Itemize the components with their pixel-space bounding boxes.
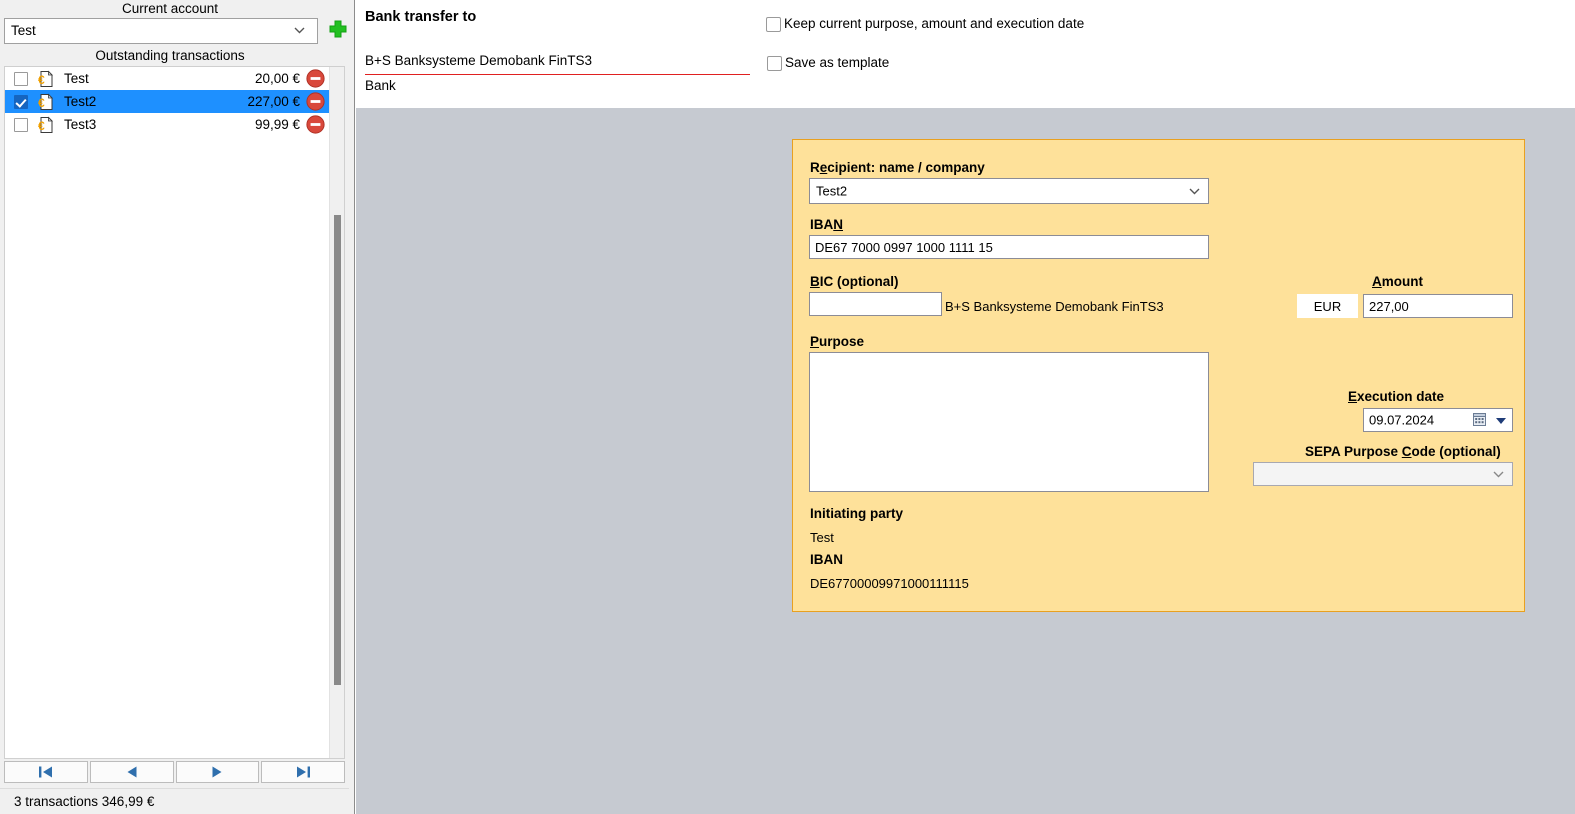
chevron-down-icon <box>1493 471 1504 478</box>
list-navigation-bar <box>4 761 345 783</box>
bank-caption: Bank <box>365 78 396 93</box>
table-row[interactable]: € Test3 99,99 € <box>5 113 330 136</box>
amount-label: Amount <box>1372 274 1423 289</box>
currency-value: EUR <box>1313 298 1342 314</box>
outstanding-transactions-label: Outstanding transactions <box>95 48 245 63</box>
previous-page-button[interactable] <box>89 761 174 783</box>
transaction-name: Test <box>64 71 89 86</box>
row-checkbox[interactable] <box>14 117 28 132</box>
iban-label: IBAN <box>810 217 843 232</box>
table-row[interactable]: € Test2 227,00 € <box>5 90 330 113</box>
last-page-icon <box>297 766 311 778</box>
svg-text:€: € <box>38 119 45 133</box>
sepa-purpose-code-label: SEPA Purpose Code (optional) <box>1305 444 1501 459</box>
keep-current-values-checkbox-row[interactable]: Keep current purpose, amount and executi… <box>766 16 1084 32</box>
previous-page-icon <box>127 766 137 778</box>
account-selector-row: Test <box>4 18 347 44</box>
list-scrollbar[interactable] <box>329 67 344 758</box>
initiating-party-label: Initiating party <box>810 506 904 521</box>
initiating-party-iban-label: IBAN <box>810 552 843 567</box>
bank-name: B+S Banksysteme Demobank FinTS3 <box>365 53 592 68</box>
transaction-amount: 227,00 € <box>247 94 300 109</box>
current-account-label: Current account <box>121 1 219 16</box>
keep-current-values-label: Keep current purpose, amount and executi… <box>784 16 1085 31</box>
execution-date-label: Execution date <box>1348 389 1445 404</box>
row-checkbox[interactable] <box>14 71 28 86</box>
amount-input[interactable] <box>1363 294 1513 318</box>
bank-transfer-form: Recipient: name / company Test2 IBAN BIC… <box>792 139 1525 612</box>
transactions-listbox[interactable]: € Test 20,00 € € Test2 227,00 € € Test3 … <box>4 66 345 759</box>
next-page-icon <box>212 766 222 778</box>
initiating-party-value: Test <box>810 530 834 545</box>
account-select-value: Test <box>11 23 36 38</box>
euro-document-icon: € <box>37 70 55 88</box>
currency-display: EUR <box>1297 294 1358 318</box>
status-text: 3 transactions 346,99 € <box>14 794 155 809</box>
remove-circle-icon <box>306 92 325 111</box>
table-row[interactable]: € Test 20,00 € <box>5 67 330 90</box>
account-select[interactable]: Test <box>4 18 318 44</box>
panel-splitter[interactable] <box>349 0 355 814</box>
sidebar-panel: Current account Test Outstanding transac… <box>0 0 349 814</box>
delete-transaction-button[interactable] <box>306 115 325 134</box>
transaction-amount: 20,00 € <box>254 71 300 86</box>
scrollbar-thumb[interactable] <box>334 215 341 685</box>
svg-text:€: € <box>38 96 45 110</box>
transaction-name: Test2 <box>64 94 97 109</box>
status-bar: 3 transactions 346,99 € <box>0 788 349 814</box>
transfer-header: Bank transfer to B+S Banksysteme Demoban… <box>356 0 1575 108</box>
save-as-template-checkbox[interactable] <box>767 56 782 71</box>
save-as-template-label: Save as template <box>785 55 890 70</box>
plus-icon <box>329 20 347 38</box>
first-page-button[interactable] <box>4 761 88 783</box>
last-page-button[interactable] <box>261 761 345 783</box>
delete-transaction-button[interactable] <box>306 92 325 111</box>
row-checkbox[interactable] <box>14 94 28 109</box>
iban-input[interactable] <box>809 235 1209 259</box>
chevron-down-icon <box>1189 188 1200 195</box>
add-account-button[interactable] <box>324 17 352 45</box>
recipient-value: Test2 <box>816 183 848 199</box>
keep-current-values-checkbox[interactable] <box>766 17 781 32</box>
delete-transaction-button[interactable] <box>306 69 325 88</box>
transaction-name: Test3 <box>64 117 97 132</box>
next-page-button[interactable] <box>175 761 260 783</box>
transactions-list: € Test 20,00 € € Test2 227,00 € € Test3 … <box>5 67 330 136</box>
purpose-label: Purpose <box>810 334 865 349</box>
dropdown-arrow-icon[interactable] <box>1496 418 1506 424</box>
main-area: Bank transfer to B+S Banksysteme Demoban… <box>356 0 1575 814</box>
calendar-icon[interactable] <box>1472 412 1488 428</box>
save-as-template-checkbox-row[interactable]: Save as template <box>767 55 889 71</box>
bic-input[interactable] <box>809 292 942 316</box>
purpose-textarea[interactable] <box>809 352 1209 492</box>
bic-label: BIC (optional) <box>810 274 899 289</box>
first-page-icon <box>38 766 52 778</box>
initiating-party-iban-value: DE67700009971000111115 <box>810 576 969 591</box>
transaction-amount: 99,99 € <box>254 117 300 132</box>
recipient-select[interactable]: Test2 <box>809 178 1209 204</box>
bank-underline-divider <box>365 74 750 75</box>
sepa-purpose-code-select[interactable] <box>1253 462 1513 486</box>
page-title: Bank transfer to <box>365 9 477 25</box>
recipient-label: Recipient: name / company <box>810 160 985 175</box>
bic-bank-name: B+S Banksysteme Demobank FinTS3 <box>945 299 1164 314</box>
euro-document-icon: € <box>37 116 55 134</box>
remove-circle-icon <box>306 69 325 88</box>
execution-date-value: 09.07.2024 <box>1369 412 1435 428</box>
svg-text:€: € <box>38 73 45 87</box>
remove-circle-icon <box>306 115 325 134</box>
execution-date-field[interactable]: 09.07.2024 <box>1363 408 1513 432</box>
euro-document-icon: € <box>37 93 55 111</box>
